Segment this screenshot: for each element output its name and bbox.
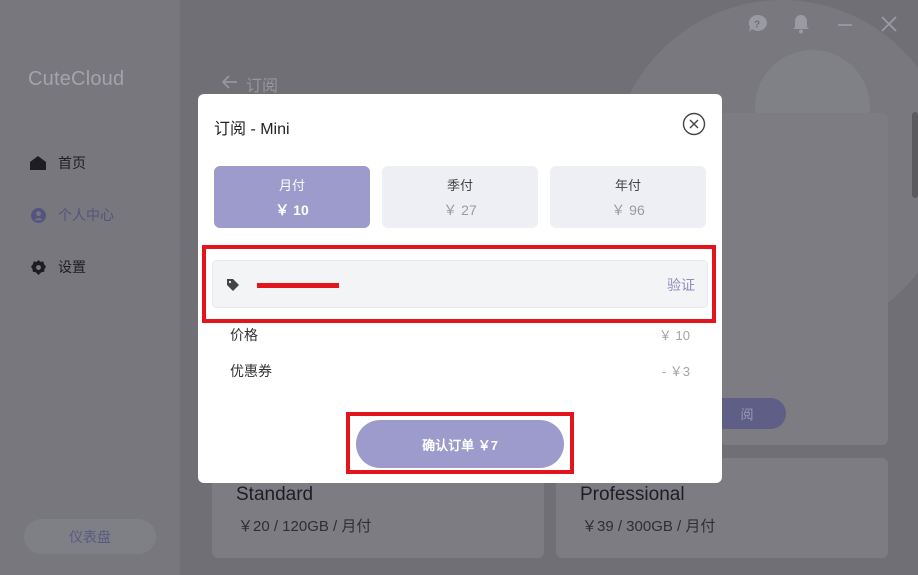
help-icon[interactable]: ? <box>746 13 768 35</box>
period-option-quarterly[interactable]: 季付 ￥ 27 <box>382 166 538 228</box>
brand-logo: CuteCloud <box>28 68 125 90</box>
period-label: 季付 <box>446 177 473 193</box>
sidebar: CuteCloud 首页 个人中心 设置 仪表盘 <box>0 0 180 575</box>
plan-name: Standard <box>236 484 314 505</box>
period-price: ￥ 27 <box>443 201 477 218</box>
period-label: 年付 <box>614 177 641 193</box>
coupon-discount-value: - ￥3 <box>661 364 690 379</box>
highlight-box <box>346 412 574 474</box>
sidebar-item-settings[interactable]: 设置 <box>30 257 86 277</box>
period-label: 月付 <box>278 177 305 193</box>
coupon-discount-label: 优惠券 <box>230 363 272 379</box>
arrow-left-icon <box>221 74 238 94</box>
close-circle-icon[interactable] <box>682 112 706 136</box>
period-price: ￥ 96 <box>611 201 645 218</box>
highlight-box <box>202 245 716 323</box>
home-icon <box>30 155 46 171</box>
svg-text:?: ? <box>754 20 760 31</box>
back-nav[interactable]: 订阅 <box>221 72 279 96</box>
window-controls: ? <box>746 13 900 35</box>
sidebar-item-label: 首页 <box>58 155 86 171</box>
subscribe-dialog: 订阅 - Mini 月付 ￥ 10 季付 ￥ 27 年付 ￥ 96 验证 价格 … <box>198 94 722 483</box>
page-title: 订阅 <box>246 78 279 95</box>
close-icon[interactable] <box>878 13 900 35</box>
period-option-monthly[interactable]: 月付 ￥ 10 <box>214 166 370 228</box>
user-icon <box>30 207 46 223</box>
price-label: 价格 <box>230 327 258 343</box>
minimize-icon[interactable] <box>834 13 856 35</box>
plan-price: ￥39 / 300GB / 月付 <box>582 518 716 535</box>
plan-price: ￥20 / 120GB / 月付 <box>238 518 372 535</box>
sidebar-item-label: 设置 <box>58 259 86 275</box>
sidebar-item-profile[interactable]: 个人中心 <box>30 205 114 225</box>
bell-icon[interactable] <box>790 13 812 35</box>
price-value: ￥ 10 <box>658 328 690 343</box>
dashboard-button[interactable]: 仪表盘 <box>24 519 156 554</box>
scrollbar[interactable] <box>912 112 918 198</box>
sidebar-item-label: 个人中心 <box>58 207 114 223</box>
period-option-yearly[interactable]: 年付 ￥ 96 <box>550 166 706 228</box>
period-price: ￥ 10 <box>275 201 309 218</box>
gear-icon <box>30 259 46 275</box>
plan-name: Professional <box>580 484 685 505</box>
plan-card-background <box>720 113 888 445</box>
sidebar-item-home[interactable]: 首页 <box>30 153 86 173</box>
dialog-title: 订阅 - Mini <box>214 121 290 138</box>
